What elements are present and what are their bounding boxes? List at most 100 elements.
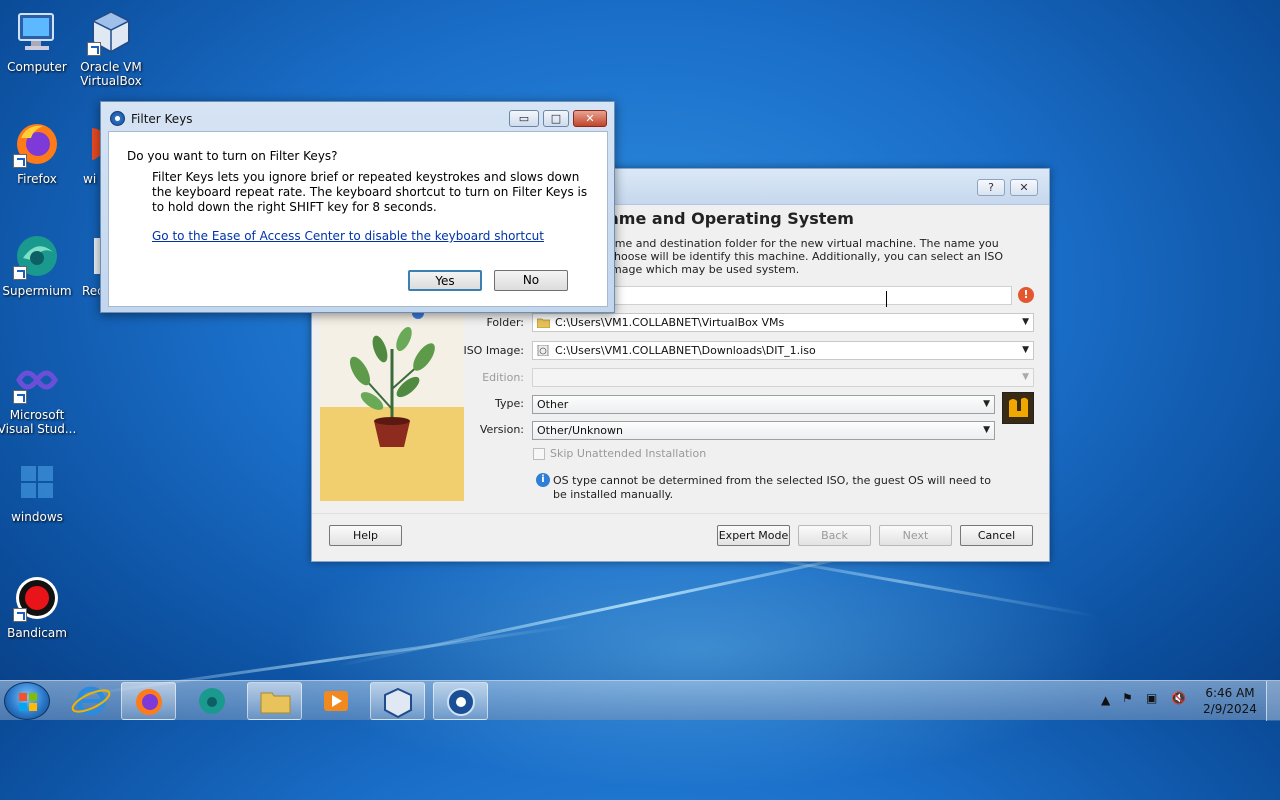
version-value: Other/Unknown — [537, 424, 624, 437]
type-value: Other — [537, 398, 569, 411]
maximize-button[interactable]: □ — [543, 110, 569, 127]
iso-image-select[interactable]: C:\Users\VM1.COLLABNET\Downloads\DIT_1.i… — [532, 341, 1034, 360]
volume-muted-icon[interactable]: 🔇 — [1171, 691, 1186, 705]
wizard-illustration — [320, 309, 464, 501]
close-title-button[interactable]: ✕ — [1010, 179, 1038, 196]
taskbar-internet-explorer[interactable] — [64, 682, 119, 720]
show-desktop-button[interactable] — [1266, 681, 1280, 721]
os-type-icon — [1002, 392, 1034, 424]
desktop-icon-label: Supermium — [2, 284, 72, 298]
help-title-button[interactable]: ? — [977, 179, 1005, 196]
filter-keys-dialog: Filter Keys ▭ □ ✕ Do you want to turn on… — [100, 101, 615, 313]
clock-date: 2/9/2024 — [1203, 702, 1257, 716]
version-select[interactable]: Other/Unknown ▼ — [532, 421, 995, 440]
clock-time: 6:46 AM — [1205, 686, 1255, 700]
start-button[interactable] — [4, 682, 50, 720]
shortcut-arrow-icon — [87, 42, 101, 56]
iso-image-label: ISO Image: — [463, 344, 524, 357]
network-icon[interactable]: ▣ — [1146, 691, 1157, 705]
dialog-title: Filter Keys — [131, 112, 193, 126]
desktop-icon-label: Computer — [7, 60, 67, 74]
text-cursor-icon — [886, 291, 894, 307]
folder-label: Folder: — [486, 316, 524, 329]
skip-unattended-checkbox[interactable] — [533, 448, 545, 460]
filter-keys-description: Filter Keys lets you ignore brief or rep… — [152, 170, 588, 214]
desktop-icon-label: Bandicam — [7, 626, 67, 640]
shortcut-arrow-icon — [13, 390, 27, 404]
taskbar-virtualbox[interactable] — [370, 682, 425, 720]
taskbar-file-explorer[interactable] — [247, 682, 302, 720]
virtualbox-icon — [87, 8, 135, 56]
next-button[interactable]: Next — [879, 525, 952, 546]
desktop-icon-windows[interactable]: windows — [0, 458, 77, 524]
vm-name-input[interactable] — [608, 286, 1012, 305]
yes-button[interactable]: Yes — [408, 270, 482, 291]
firefox-icon — [13, 120, 61, 168]
chevron-down-icon: ▼ — [1022, 372, 1029, 382]
desktop-icon-label: wi — [83, 172, 97, 186]
desktop-icon-virtualbox[interactable]: Oracle VM VirtualBox — [71, 8, 151, 88]
chevron-down-icon: ▼ — [983, 425, 990, 435]
computer-icon — [13, 8, 61, 56]
virtualbox-icon — [384, 687, 412, 719]
taskbar-media-player[interactable] — [309, 682, 364, 720]
desktop-icon-label: Microsoft Visual Stud... — [0, 408, 77, 436]
edition-select[interactable]: ▼ — [532, 368, 1034, 387]
minimize-button[interactable]: ▭ — [509, 110, 539, 127]
ease-of-access-icon — [447, 688, 475, 716]
desktop-icon-bandicam[interactable]: Bandicam — [0, 574, 77, 640]
close-button[interactable]: ✕ — [573, 110, 607, 127]
ease-of-access-icon — [110, 111, 125, 126]
folder-select[interactable]: C:\Users\VM1.COLLABNET\VirtualBox VMs ▼ — [532, 313, 1034, 332]
chevron-down-icon: ▼ — [983, 399, 990, 409]
button-bar-divider — [312, 513, 1049, 514]
folder-icon — [260, 692, 291, 714]
chevron-down-icon: ▼ — [1022, 317, 1029, 327]
dialog-body: Do you want to turn on Filter Keys? Filt… — [108, 131, 608, 307]
taskbar-firefox[interactable] — [121, 682, 176, 720]
ease-of-access-link[interactable]: Go to the Ease of Access Center to disab… — [152, 229, 544, 243]
show-hidden-icons-button[interactable]: ▲ — [1101, 693, 1110, 707]
internet-explorer-icon — [71, 686, 111, 716]
folder-icon — [537, 318, 550, 328]
info-icon: i — [536, 473, 550, 487]
desktop-icon-label: Firefox — [17, 172, 57, 186]
folder-value: C:\Users\VM1.COLLABNET\VirtualBox VMs — [555, 316, 785, 329]
shortcut-arrow-icon — [13, 154, 27, 168]
desktop-icon-rec[interactable]: Rec — [64, 232, 104, 298]
shortcut-arrow-icon — [13, 266, 27, 280]
version-label: Version: — [479, 423, 524, 436]
windows-logo-icon — [19, 693, 37, 711]
wizard-page-heading: ame and Operating System — [608, 209, 854, 228]
bandicam-icon — [13, 574, 61, 622]
taskbar-supermium[interactable] — [185, 682, 240, 720]
expert-mode-button[interactable]: Expert Mode — [717, 525, 790, 546]
back-button[interactable]: Back — [798, 525, 871, 546]
skip-unattended-label: Skip Unattended Installation — [550, 447, 707, 460]
no-button[interactable]: No — [494, 270, 568, 291]
action-center-flag-icon[interactable]: ⚑ — [1122, 691, 1133, 705]
desktop-icon-label: Rec — [82, 284, 104, 298]
supermium-icon — [199, 688, 225, 714]
supermium-icon — [13, 232, 61, 280]
cancel-button[interactable]: Cancel — [960, 525, 1033, 546]
help-button[interactable]: Help — [329, 525, 402, 546]
desktop-icon-label: Oracle VM VirtualBox — [80, 60, 142, 88]
iso-image-value: C:\Users\VM1.COLLABNET\Downloads\DIT_1.i… — [555, 344, 816, 357]
desktop-icon-computer[interactable]: Computer — [0, 8, 77, 74]
taskbar-clock[interactable]: 6:46 AM 2/9/2024 — [1200, 685, 1260, 717]
taskbar: ▲ ⚑ ▣ 🔇 6:46 AM 2/9/2024 — [0, 680, 1280, 721]
wizard-page-description: ame and destination folder for the new v… — [608, 237, 1004, 276]
taskbar-ease-of-access[interactable] — [433, 682, 488, 720]
visual-studio-icon — [13, 356, 61, 404]
chevron-down-icon: ▼ — [1022, 345, 1029, 355]
windows-logo-icon — [13, 458, 61, 506]
info-message: OS type cannot be determined from the se… — [553, 474, 991, 501]
edition-label: Edition: — [482, 371, 524, 384]
type-select[interactable]: Other ▼ — [532, 395, 995, 414]
firefox-icon — [136, 689, 162, 715]
desktop-icon-visual-studio[interactable]: Microsoft Visual Stud... — [0, 356, 77, 436]
type-label: Type: — [495, 397, 524, 410]
disc-image-icon — [537, 345, 549, 356]
desktop-icon-wi[interactable]: wi — [64, 120, 107, 186]
